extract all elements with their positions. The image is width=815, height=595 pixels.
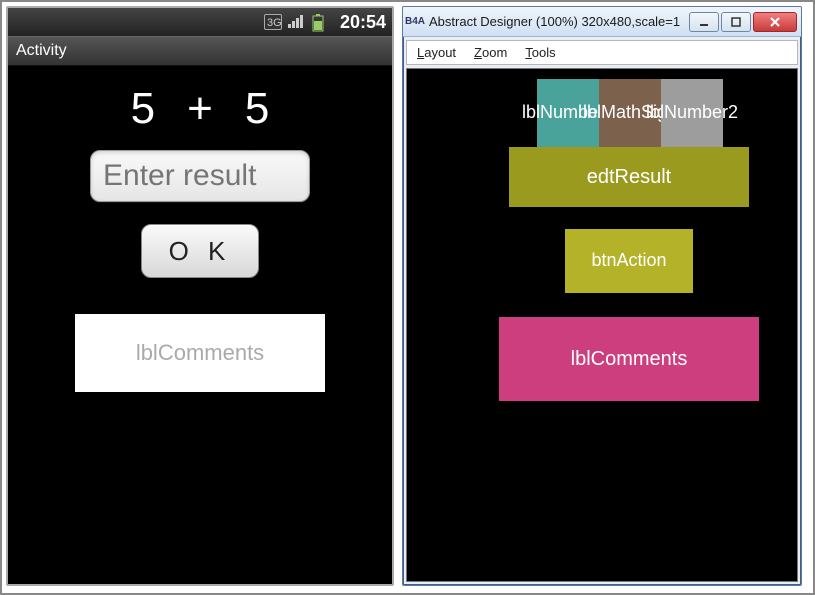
clock-time: 20:54 xyxy=(340,12,386,33)
math-expression: 5 + 5 xyxy=(131,84,270,134)
label-math-sign: + xyxy=(187,84,213,134)
status-bar: 3G ↕ 20:54 xyxy=(8,8,392,36)
designer-lblnumber2[interactable]: lblNumber2 xyxy=(661,79,723,147)
device-frame: 3G ↕ 20:54 Activity 5 + 5 O K lblComment… xyxy=(6,6,394,586)
design-canvas[interactable]: lblNumber1 lblMathSign lblNumber2 edtRes… xyxy=(406,68,798,582)
menu-zoom[interactable]: Zoom xyxy=(474,45,507,60)
label-number-1: 5 xyxy=(131,84,155,134)
designer-lblcomments[interactable]: lblComments xyxy=(499,317,759,401)
menu-layout-text: ayout xyxy=(424,45,456,60)
window-controls xyxy=(689,12,797,32)
activity-content: 5 + 5 O K lblComments xyxy=(8,66,392,584)
app-icon: B4A xyxy=(407,14,423,30)
result-input[interactable] xyxy=(90,150,310,202)
signal-icon xyxy=(288,14,306,30)
maximize-button[interactable] xyxy=(721,12,751,32)
designer-btnaction[interactable]: btnAction xyxy=(565,229,693,293)
window-titlebar[interactable]: B4A Abstract Designer (100%) 320x480,sca… xyxy=(403,7,801,37)
network-3g-icon: 3G ↕ xyxy=(264,14,282,30)
activity-title-bar: Activity xyxy=(8,36,392,66)
close-button[interactable] xyxy=(753,12,797,32)
minimize-button[interactable] xyxy=(689,12,719,32)
battery-icon xyxy=(312,14,330,30)
label-number-2: 5 xyxy=(245,84,269,134)
menu-bar: Layout Zoom Tools xyxy=(406,40,798,65)
menu-tools-text: ools xyxy=(532,45,556,60)
ok-button[interactable]: O K xyxy=(141,224,259,278)
menu-tools[interactable]: Tools xyxy=(525,45,555,60)
window-title: Abstract Designer (100%) 320x480,scale=1 xyxy=(429,14,689,29)
designer-edtresult[interactable]: edtResult xyxy=(509,147,749,207)
comments-label: lblComments xyxy=(75,314,325,392)
activity-title: Activity xyxy=(16,42,67,60)
menu-zoom-text: oom xyxy=(482,45,507,60)
designer-window: B4A Abstract Designer (100%) 320x480,sca… xyxy=(402,6,802,586)
menu-layout[interactable]: Layout xyxy=(417,45,456,60)
